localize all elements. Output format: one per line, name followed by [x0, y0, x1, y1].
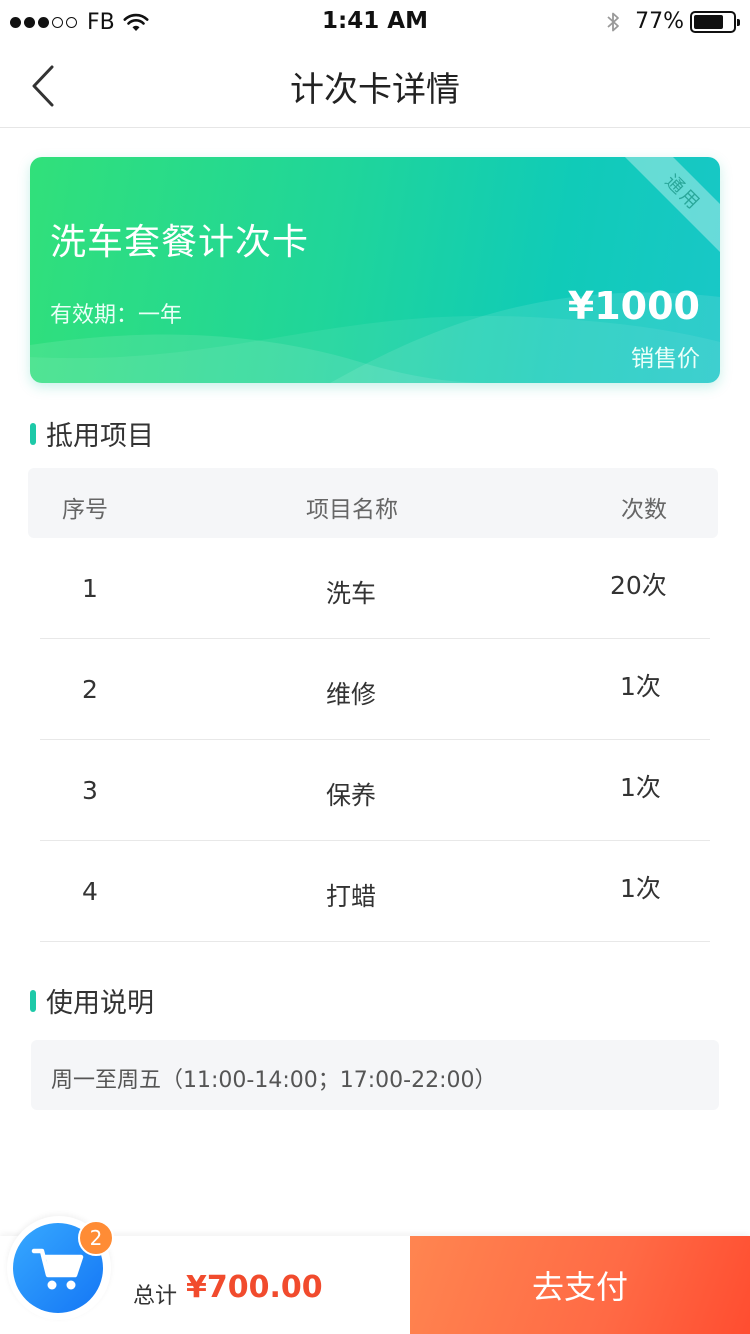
usage-section-header: 使用说明 [30, 981, 154, 1020]
row-name: 打蜡 [326, 882, 377, 911]
row-name: 保养 [326, 781, 377, 810]
section-accent-bar [30, 422, 36, 445]
row-count: 1次 [620, 672, 661, 701]
pay-button[interactable]: 去支付 [410, 1236, 750, 1334]
items-table-body: 1 洗车 20次 2 维修 1次 3 保养 1次 4 打蜡 1次 [40, 538, 710, 942]
column-header-count: 次数 [621, 497, 667, 523]
usage-section-title: 使用说明 [46, 988, 154, 1019]
card-validity: 有效期：一年 [50, 303, 183, 328]
card-price: ¥1000 [567, 284, 700, 328]
row-no: 2 [82, 675, 98, 704]
total-label: 总计 [133, 1284, 178, 1309]
table-row: 1 洗车 20次 [40, 538, 710, 639]
battery-icon [690, 10, 740, 33]
page-title: 计次卡详情 [290, 70, 460, 110]
row-name: 维修 [326, 680, 377, 709]
count-card: 通用 洗车套餐计次卡 有效期：一年 ¥1000 销售价 [30, 157, 720, 383]
card-price-label: 销售价 [631, 346, 700, 372]
shopping-cart-icon [31, 1248, 84, 1290]
section-accent-bar [30, 989, 36, 1012]
status-right: 77% [605, 9, 740, 34]
column-header-no: 序号 [62, 497, 108, 523]
table-row: 2 维修 1次 [40, 639, 710, 740]
row-count: 20次 [610, 571, 667, 600]
total-value: ¥700.00 [186, 1270, 323, 1305]
row-no: 4 [82, 877, 98, 906]
table-row: 3 保养 1次 [40, 740, 710, 841]
status-bar: FB 1:41 AM 77% [0, 0, 750, 46]
items-section-header: 抵用项目 [30, 414, 154, 453]
table-row: 4 打蜡 1次 [40, 841, 710, 942]
row-count: 1次 [620, 874, 661, 903]
column-header-name: 项目名称 [306, 497, 398, 523]
battery-percent: 77% [635, 9, 684, 34]
row-no: 3 [82, 776, 98, 805]
nav-bar: 计次卡详情 [0, 46, 750, 128]
row-name: 洗车 [326, 579, 377, 608]
items-section-title: 抵用项目 [46, 421, 154, 452]
cart-count-badge: 2 [78, 1220, 114, 1256]
usage-note: 周一至周五（11:00-14:00；17:00-22:00） [31, 1040, 719, 1110]
page: FB 1:41 AM 77% 计次卡详情 通用 洗车套餐计次卡 有效期：一年 ¥… [0, 0, 750, 1334]
card-wave-decoration [30, 292, 720, 383]
row-count: 1次 [620, 773, 661, 802]
bluetooth-icon [607, 12, 619, 31]
row-no: 1 [82, 574, 98, 603]
items-table-header: 序号 项目名称 次数 [28, 468, 718, 538]
card-title: 洗车套餐计次卡 [50, 222, 310, 263]
